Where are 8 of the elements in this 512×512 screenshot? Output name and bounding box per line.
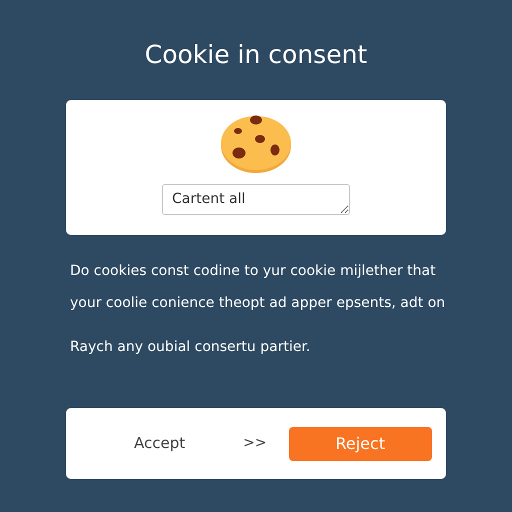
message-text: Raych any oubial consertu partier. (70, 338, 312, 357)
message-text: Do cookies const codine to yur cookie mijlether that (70, 262, 437, 281)
chevron-text: >> (243, 434, 267, 453)
message-text: your coolie conience theopt ad apper epsents, adt on (70, 294, 446, 313)
dialog-title: Cookie in consent (144, 40, 368, 70)
text-field[interactable]: Cartent all (162, 184, 350, 215)
cookie-icon (220, 114, 292, 174)
accept-button[interactable]: Accept (134, 432, 186, 455)
